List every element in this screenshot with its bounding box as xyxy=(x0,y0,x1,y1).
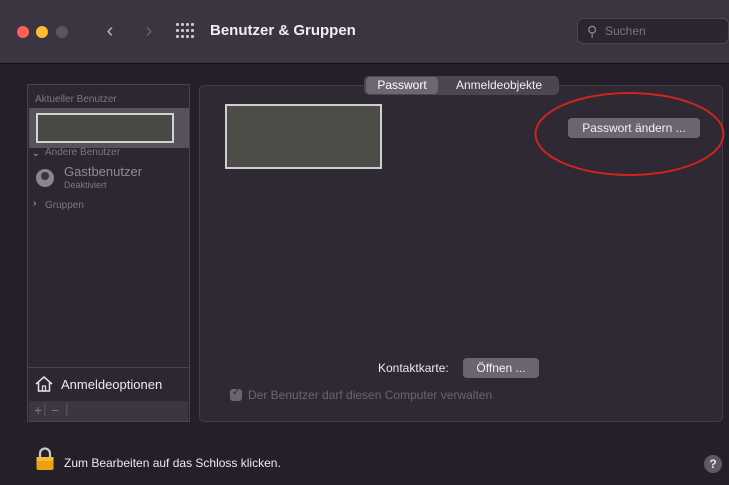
add-user-button[interactable]: + xyxy=(34,402,42,418)
back-chevron-icon[interactable]: ‹ xyxy=(101,19,119,43)
groups-header: Gruppen xyxy=(45,200,84,211)
annotation-circle xyxy=(534,92,725,176)
user-sidebar: Aktueller Benutzer ⌄ Andere Benutzer Gas… xyxy=(27,84,190,422)
open-contact-card-button[interactable]: Öffnen ... xyxy=(463,358,539,378)
sidebar-divider xyxy=(28,367,189,368)
user-picture-redacted[interactable] xyxy=(225,104,382,169)
admin-checkbox-label: Der Benutzer darf diesen Computer verwal… xyxy=(248,388,493,402)
window-title: Benutzer & Gruppen xyxy=(210,22,356,39)
add-remove-bar: + | − | xyxy=(29,400,188,421)
show-all-grid-icon[interactable] xyxy=(176,23,194,39)
zoom-window-button[interactable] xyxy=(56,26,68,38)
remove-user-button[interactable]: − xyxy=(51,402,59,418)
search-icon: ⚲ xyxy=(587,23,598,39)
tab-bar: Passwort Anmeldeobjekte xyxy=(364,76,559,95)
admin-checkbox[interactable] xyxy=(230,387,242,401)
chevron-right-icon[interactable]: › xyxy=(33,198,36,209)
guest-user-name[interactable]: Gastbenutzer xyxy=(64,164,142,179)
house-icon xyxy=(35,376,53,392)
title-bar: ‹ › Benutzer & Gruppen ⚲ Suchen xyxy=(0,0,729,64)
login-options-label: Anmeldeoptionen xyxy=(61,377,163,392)
lock-message: Zum Bearbeiten auf das Schloss klicken. xyxy=(64,456,281,470)
contact-card-label: Kontaktkarte: xyxy=(378,361,449,375)
search-placeholder: Suchen xyxy=(605,24,646,38)
guest-avatar-icon xyxy=(36,169,54,187)
login-options-button[interactable]: Anmeldeoptionen xyxy=(34,374,184,396)
forward-chevron-icon[interactable]: › xyxy=(140,19,158,43)
chevron-down-icon[interactable]: ⌄ xyxy=(32,148,40,159)
current-user-redacted xyxy=(36,113,174,143)
current-user-header: Aktueller Benutzer xyxy=(35,94,117,105)
tab-password[interactable]: Passwort xyxy=(366,77,438,94)
close-window-button[interactable] xyxy=(17,26,29,38)
minimize-window-button[interactable] xyxy=(36,26,48,38)
lock-icon[interactable] xyxy=(35,447,55,471)
help-button[interactable]: ? xyxy=(704,455,722,473)
guest-user-status: Deaktiviert xyxy=(64,180,107,190)
search-input[interactable]: ⚲ Suchen xyxy=(577,18,729,44)
other-users-header: Andere Benutzer xyxy=(45,147,121,158)
